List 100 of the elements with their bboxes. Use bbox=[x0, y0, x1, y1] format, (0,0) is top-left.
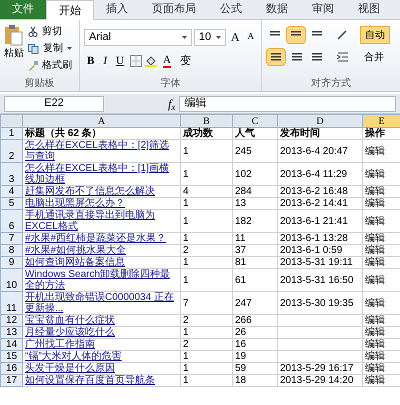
column-header[interactable]: D bbox=[278, 114, 362, 128]
row-header[interactable]: 12 bbox=[0, 314, 22, 326]
column-title: 操作 bbox=[365, 128, 385, 139]
row-header[interactable]: 11 bbox=[0, 292, 22, 314]
row-header[interactable]: 4 bbox=[0, 186, 22, 198]
fill-bucket-icon[interactable] bbox=[144, 55, 157, 67]
horizontal-align-button[interactable] bbox=[266, 48, 286, 66]
ribbon-tab[interactable]: 视图 bbox=[346, 0, 392, 19]
cut-button[interactable]: 剪切 bbox=[28, 24, 72, 39]
vertical-align-button[interactable] bbox=[286, 26, 306, 44]
name-box[interactable]: E22 bbox=[4, 96, 104, 112]
table-cell: 81 bbox=[235, 257, 246, 268]
row-header[interactable]: 2 bbox=[0, 140, 22, 162]
row-header[interactable]: 17 bbox=[0, 374, 22, 386]
table-cell: 编辑 bbox=[365, 363, 385, 374]
ribbon-tab[interactable]: 页面布局 bbox=[140, 0, 208, 19]
column-header[interactable]: B bbox=[180, 114, 232, 128]
format-painter-button[interactable]: 格式刷 bbox=[28, 58, 72, 73]
table-cell: 2013-5-29 16:17 bbox=[280, 363, 354, 374]
table-cell: 4 bbox=[183, 186, 189, 197]
align-icon bbox=[270, 52, 282, 62]
table-cell: 2 bbox=[183, 245, 189, 256]
table-cell: 编辑 bbox=[365, 245, 385, 256]
table-cell: 245 bbox=[235, 146, 252, 156]
function-label[interactable]: f$_{x}$ bbox=[168, 94, 176, 112]
column-title: 成功数 bbox=[183, 128, 213, 139]
row-header[interactable]: 7 bbox=[0, 232, 22, 244]
table-cell: 247 bbox=[235, 298, 252, 308]
table-cell: 编辑 bbox=[365, 339, 385, 350]
formula-field[interactable]: 编辑 bbox=[179, 96, 396, 112]
file-tab[interactable]: 文件 bbox=[0, 0, 46, 19]
italic-button[interactable]: I bbox=[100, 52, 110, 70]
table-cell: 102 bbox=[235, 168, 252, 180]
table-cell: 编辑 bbox=[365, 274, 385, 286]
table-cell: 1 bbox=[183, 363, 189, 374]
column-title: 发布时间 bbox=[280, 128, 320, 139]
table-cell: 2013-5-31 19:11 bbox=[280, 257, 353, 268]
column-header[interactable]: C bbox=[232, 114, 278, 128]
column-header[interactable]: A bbox=[22, 114, 180, 128]
row-header[interactable]: 10 bbox=[0, 268, 22, 292]
wrap-text-button[interactable]: 自动 bbox=[360, 26, 390, 44]
row-header[interactable]: 5 bbox=[0, 198, 22, 210]
font-size-field[interactable]: 10 bbox=[194, 28, 226, 46]
row-header[interactable]: 1 bbox=[0, 128, 22, 140]
table-cell: 13 bbox=[235, 198, 246, 209]
underline-button[interactable]: U bbox=[113, 52, 127, 70]
indent-icon[interactable] bbox=[336, 51, 350, 63]
table-cell: 16 bbox=[235, 339, 246, 350]
table-cell: 编辑 bbox=[365, 186, 385, 197]
paste-button[interactable]: 粘贴 bbox=[0, 24, 28, 77]
phonetic-button[interactable]: 变 bbox=[176, 52, 194, 70]
merge-button[interactable]: 合并 bbox=[360, 48, 388, 66]
table-cell: 2 bbox=[183, 339, 189, 350]
table-cell: 2013-6-1 21:41 bbox=[280, 216, 348, 226]
table-cell: 1 bbox=[183, 233, 189, 244]
table-cell: 266 bbox=[235, 315, 252, 326]
table-cell: 编辑 bbox=[365, 327, 385, 338]
shrink-font-button[interactable]: A bbox=[244, 28, 257, 46]
table-cell: 2013-5-30 19:35 bbox=[280, 298, 354, 308]
table-cell: 编辑 bbox=[365, 315, 385, 326]
ribbon-tab[interactable]: 开始 bbox=[46, 0, 94, 20]
row-header[interactable]: 16 bbox=[0, 362, 22, 374]
font-name-field[interactable]: Arial bbox=[84, 28, 192, 46]
table-cell: 37 bbox=[235, 245, 246, 256]
row-header[interactable]: 3 bbox=[0, 162, 22, 186]
caret-icon bbox=[67, 47, 72, 50]
scissors-icon bbox=[28, 26, 38, 36]
table-cell: 1 bbox=[183, 375, 189, 386]
table-cell: 1 bbox=[183, 198, 189, 209]
table-cell: 编辑 bbox=[365, 168, 385, 180]
bold-button[interactable]: B bbox=[84, 52, 98, 70]
row-header[interactable]: 14 bbox=[0, 338, 22, 350]
table-cell: 18 bbox=[235, 375, 246, 386]
column-header[interactable]: E bbox=[362, 114, 400, 128]
table-cell: 2013-6-4 20:47 bbox=[280, 146, 348, 156]
row-header[interactable]: 8 bbox=[0, 244, 22, 256]
copy-button[interactable]: 复制 bbox=[28, 41, 72, 56]
row-header[interactable]: 9 bbox=[0, 256, 22, 268]
table-cell: 2013-6-4 11:29 bbox=[280, 168, 348, 180]
copy-icon bbox=[28, 44, 39, 54]
table-cell: 编辑 bbox=[365, 298, 385, 308]
table-cell: 1 bbox=[183, 168, 189, 180]
border-icon[interactable] bbox=[130, 55, 142, 67]
group-label: 剪贴板 bbox=[24, 77, 56, 91]
font-color-button[interactable]: A bbox=[160, 52, 174, 70]
row-header[interactable]: 15 bbox=[0, 350, 22, 362]
group-label: 字体 bbox=[160, 77, 182, 91]
table-cell: 编辑 bbox=[365, 146, 385, 156]
ribbon-tab[interactable]: 公式 bbox=[208, 0, 254, 19]
ribbon-tab[interactable]: 插入 bbox=[94, 0, 140, 19]
grow-font-button[interactable]: A bbox=[228, 28, 242, 46]
table-cell: 编辑 bbox=[365, 198, 385, 209]
table-cell: 2013-6-1 0:59 bbox=[280, 245, 342, 256]
row-header[interactable]: 6 bbox=[0, 210, 22, 232]
ribbon-tab[interactable]: 数据 bbox=[254, 0, 300, 19]
table-cell: 1 bbox=[183, 146, 189, 156]
table-cell: 59 bbox=[235, 363, 246, 374]
row-header[interactable]: 13 bbox=[0, 326, 22, 338]
ribbon-tab[interactable]: 审阅 bbox=[300, 0, 346, 19]
column-title: 人气 bbox=[235, 128, 255, 139]
